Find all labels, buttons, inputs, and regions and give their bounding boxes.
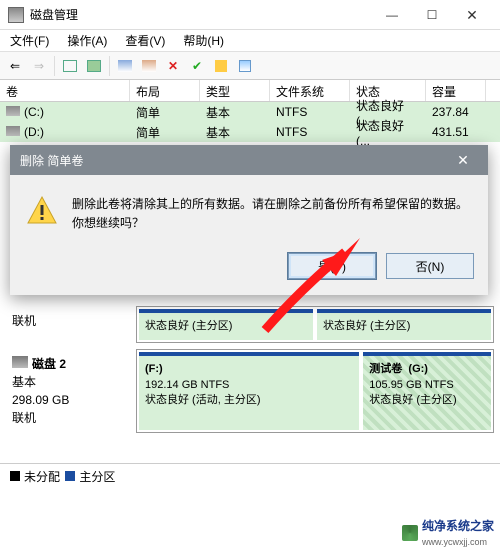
toolbar-icon-2[interactable] bbox=[83, 55, 105, 77]
volume-row[interactable]: (D:) 简单 基本 NTFS 状态良好 (... 431.51 bbox=[0, 122, 500, 142]
dialog-no-button[interactable]: 否(N) bbox=[386, 253, 474, 279]
legend-unallocated: 未分配 bbox=[24, 470, 60, 484]
app-icon bbox=[8, 7, 24, 23]
dialog-titlebar: 删除 简单卷 ✕ bbox=[10, 145, 488, 175]
cell-type: 基本 bbox=[200, 124, 270, 141]
disk-online: 联机 bbox=[12, 409, 130, 427]
window-title: 磁盘管理 bbox=[30, 6, 372, 23]
disk-info: 磁盘 2 基本 298.09 GB 联机 bbox=[6, 349, 136, 433]
legend-primary: 主分区 bbox=[79, 470, 115, 484]
watermark-url: www.ycwxjj.com bbox=[422, 537, 487, 547]
disk-size: 298.09 GB bbox=[12, 391, 130, 409]
back-button[interactable]: ⇐ bbox=[4, 55, 26, 77]
partition-info: 192.14 GB NTFS bbox=[145, 378, 353, 393]
toolbar-separator bbox=[109, 56, 110, 76]
partition-status: 状态良好 (活动, 主分区) bbox=[145, 393, 353, 408]
volume-icon bbox=[6, 126, 20, 136]
toolbar-icon-4[interactable] bbox=[138, 55, 160, 77]
volume-letter: (C:) bbox=[24, 105, 44, 119]
menu-bar: 文件(F) 操作(A) 查看(V) 帮助(H) bbox=[0, 30, 500, 52]
volume-letter: (D:) bbox=[24, 125, 44, 139]
partition-letter: (F:) bbox=[145, 363, 163, 375]
disk-type: 基本 bbox=[12, 373, 130, 391]
legend: 未分配 主分区 bbox=[0, 463, 500, 489]
close-button[interactable]: ✕ bbox=[452, 1, 492, 29]
partition-status: 状态良好 (主分区) bbox=[323, 319, 485, 334]
cell-layout: 简单 bbox=[130, 104, 200, 121]
toolbar-icon-6[interactable] bbox=[210, 55, 232, 77]
delete-volume-dialog: 删除 简单卷 ✕ 删除此卷将清除其上的所有数据。请在删除之前备份所有希望保留的数… bbox=[10, 145, 488, 295]
disk-block: 磁盘 2 基本 298.09 GB 联机 (F:) 192.14 GB NTFS… bbox=[6, 349, 494, 433]
properties-icon[interactable] bbox=[234, 55, 256, 77]
cell-capacity: 237.84 bbox=[426, 105, 486, 119]
partition-f[interactable]: (F:) 192.14 GB NTFS 状态良好 (活动, 主分区) bbox=[139, 352, 359, 430]
disk-icon bbox=[12, 356, 28, 368]
cell-type: 基本 bbox=[200, 104, 270, 121]
cell-fs: NTFS bbox=[270, 125, 350, 139]
col-type[interactable]: 类型 bbox=[200, 80, 270, 101]
partition[interactable]: 状态良好 (主分区) bbox=[139, 309, 313, 340]
disk-info: 联机 bbox=[6, 306, 136, 343]
disk-name: 磁盘 2 bbox=[32, 357, 66, 371]
partition-label: 测试卷 bbox=[369, 363, 402, 375]
forward-button[interactable]: ⇒ bbox=[28, 55, 50, 77]
col-volume[interactable]: 卷 bbox=[0, 80, 130, 101]
cell-fs: NTFS bbox=[270, 105, 350, 119]
dialog-close-button[interactable]: ✕ bbox=[448, 152, 478, 169]
legend-swatch-unallocated bbox=[10, 471, 20, 481]
dialog-title: 删除 简单卷 bbox=[20, 152, 83, 169]
dialog-yes-button[interactable]: 是(Y) bbox=[288, 253, 376, 279]
menu-action[interactable]: 操作(A) bbox=[63, 30, 111, 51]
window-titlebar: 磁盘管理 — ☐ ✕ bbox=[0, 0, 500, 30]
disk-graphical-view: 联机 状态良好 (主分区) 状态良好 (主分区) 磁盘 2 基本 298.09 … bbox=[0, 302, 500, 443]
partition-status: 状态良好 (主分区) bbox=[369, 393, 485, 408]
cell-layout: 简单 bbox=[130, 124, 200, 141]
watermark: 纯净系统之家 www.ycwxjj.com bbox=[402, 517, 494, 548]
partition-status: 状态良好 (主分区) bbox=[145, 319, 307, 334]
toolbar-icon-1[interactable] bbox=[59, 55, 81, 77]
legend-swatch-primary bbox=[65, 471, 75, 481]
col-filesystem[interactable]: 文件系统 bbox=[270, 80, 350, 101]
menu-help[interactable]: 帮助(H) bbox=[179, 30, 228, 51]
partition-letter: (G:) bbox=[408, 363, 428, 375]
watermark-icon bbox=[402, 525, 418, 541]
toolbar-icon-3[interactable] bbox=[114, 55, 136, 77]
toolbar: ⇐ ⇒ ✕ ✔ bbox=[0, 52, 500, 80]
cell-status: 状态良好 (... bbox=[350, 117, 426, 148]
warning-icon bbox=[26, 195, 58, 227]
cell-capacity: 431.51 bbox=[426, 125, 486, 139]
minimize-button[interactable]: — bbox=[372, 1, 412, 29]
watermark-text: 纯净系统之家 bbox=[422, 519, 494, 533]
menu-file[interactable]: 文件(F) bbox=[6, 30, 53, 51]
menu-view[interactable]: 查看(V) bbox=[121, 30, 169, 51]
col-layout[interactable]: 布局 bbox=[130, 80, 200, 101]
partition-info: 105.95 GB NTFS bbox=[369, 378, 485, 393]
delete-icon[interactable]: ✕ bbox=[162, 55, 184, 77]
partition-g[interactable]: 测试卷 (G:) 105.95 GB NTFS 状态良好 (主分区) bbox=[363, 352, 491, 430]
dialog-message: 删除此卷将清除其上的所有数据。请在删除之前备份所有希望保留的数据。你想继续吗？ bbox=[72, 195, 472, 233]
toolbar-icon-5[interactable]: ✔ bbox=[186, 55, 208, 77]
disk-block: 联机 状态良好 (主分区) 状态良好 (主分区) bbox=[6, 306, 494, 343]
disk-online: 联机 bbox=[12, 312, 130, 330]
toolbar-separator bbox=[54, 56, 55, 76]
partition[interactable]: 状态良好 (主分区) bbox=[317, 309, 491, 340]
volume-icon bbox=[6, 106, 20, 116]
col-capacity[interactable]: 容量 bbox=[426, 80, 486, 101]
maximize-button[interactable]: ☐ bbox=[412, 1, 452, 29]
